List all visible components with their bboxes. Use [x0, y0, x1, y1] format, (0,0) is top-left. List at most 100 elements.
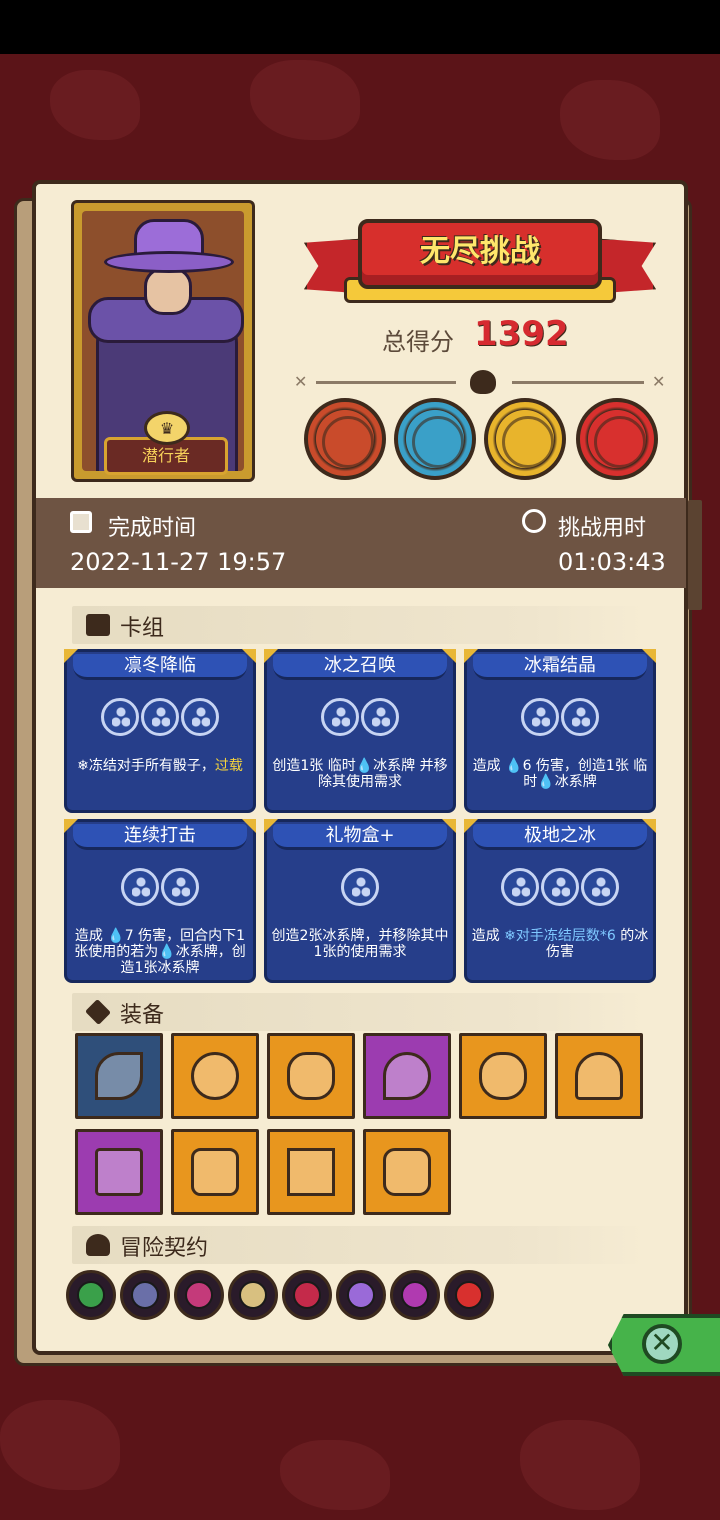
duration-value: 01:03:43 [558, 548, 666, 576]
dice-row [267, 698, 453, 736]
equipment-slot[interactable] [363, 1033, 451, 1119]
completion-time-label: 完成时间 [108, 516, 197, 541]
hat-brim [104, 251, 234, 273]
cyclops-boss-icon[interactable] [304, 398, 386, 480]
contract-slot[interactable] [120, 1270, 170, 1320]
background-shape [520, 1420, 640, 1510]
skull-king-boss-icon[interactable] [394, 398, 476, 480]
contract-slot[interactable] [66, 1270, 116, 1320]
fire-mouth-contract-icon [401, 1281, 429, 1309]
die-icon [341, 868, 379, 906]
red-hat-boss-icon[interactable] [576, 398, 658, 480]
card-name: 连续打击 [73, 824, 247, 850]
scrollbar[interactable] [688, 500, 702, 610]
contract-slot[interactable] [336, 1270, 386, 1320]
divider-line [316, 381, 456, 384]
skull-icon [470, 370, 496, 394]
card-desc-text: ❄冻结对手所有骰子， [77, 758, 215, 774]
die-icon [101, 698, 139, 736]
red-demon-contract-icon [455, 1281, 483, 1309]
dice-row [67, 698, 253, 736]
equipment-slot[interactable] [459, 1033, 547, 1119]
blue-jelly-icon [479, 1052, 527, 1100]
locked-heart-contract-icon [293, 1281, 321, 1309]
equipment-slot[interactable] [75, 1129, 163, 1215]
background-shape [280, 1440, 390, 1510]
card[interactable]: 冰霜结晶 造成 💧6 伤害，创造1张 临时💧冰系牌 [464, 649, 656, 813]
card-description: ❄冻结对手所有骰子，过载 [67, 758, 253, 774]
card-name: 冰霜结晶 [473, 654, 647, 680]
face [144, 267, 192, 315]
scythe-icon [95, 1052, 143, 1100]
equipment-slot[interactable] [171, 1033, 259, 1119]
die-icon [541, 868, 579, 906]
ice-crystal-icon [191, 1148, 239, 1196]
die-icon [561, 698, 599, 736]
star-shield-contract-icon [77, 1281, 105, 1309]
card-description: 造成 💧6 伤害，创造1张 临时💧冰系牌 [472, 758, 648, 790]
calendar-icon [70, 511, 92, 533]
equipment-slot[interactable] [267, 1129, 355, 1215]
card[interactable]: 冰之召唤 创造1张 临时💧冰系牌 并移除其使用需求 [264, 649, 456, 813]
contract-slot[interactable] [444, 1270, 494, 1320]
die-icon [361, 698, 399, 736]
dice-row [267, 868, 453, 906]
stopwatch-icon [522, 509, 546, 533]
pink-demon-contract-icon [185, 1281, 213, 1309]
dice-row [467, 868, 653, 906]
die-icon [121, 868, 159, 906]
equipment-slot[interactable] [267, 1033, 355, 1119]
equipment-slot[interactable] [363, 1129, 451, 1215]
card-name: 极地之冰 [473, 824, 647, 850]
die-icon [321, 698, 359, 736]
sword-shield-contract-icon [131, 1281, 159, 1309]
duration-label: 挑战用时 [558, 516, 647, 541]
equipment-slot[interactable] [171, 1129, 259, 1215]
die-icon [181, 698, 219, 736]
water-drop-icon [383, 1052, 431, 1100]
contract-slot[interactable] [390, 1270, 440, 1320]
equipment-title: 装备 [120, 1003, 165, 1028]
card-desc-text: 造成 [471, 928, 505, 944]
dice-row [67, 868, 253, 906]
card[interactable]: 极地之冰 造成 ❄对手冻结层数*6 的冰伤害 [464, 819, 656, 983]
sword-ornament-icon: ✕ [652, 372, 666, 391]
card-name: 礼物盒+ [273, 824, 447, 850]
contract-slot[interactable] [282, 1270, 332, 1320]
banner-title: 无尽挑战 [420, 234, 540, 269]
masked-boss-icon[interactable] [484, 398, 566, 480]
card-description: 创造1张 临时💧冰系牌 并移除其使用需求 [272, 758, 448, 790]
crown-icon: ♛ [144, 411, 190, 445]
sword-ornament-icon: ✕ [294, 372, 308, 391]
heart-box-icon [383, 1148, 431, 1196]
die-icon [141, 698, 179, 736]
card-description: 创造2张冰系牌，并移除其中1张的使用需求 [271, 928, 449, 960]
contract-slot[interactable] [228, 1270, 278, 1320]
die-icon [501, 868, 539, 906]
card-name: 凛冬降临 [73, 654, 247, 680]
score-value: 1392 [474, 314, 569, 354]
status-bar [0, 0, 720, 54]
card-description: 造成 ❄对手冻结层数*6 的冰伤害 [467, 928, 653, 960]
card[interactable]: 礼物盒+ 创造2张冰系牌，并移除其中1张的使用需求 [264, 819, 456, 983]
card[interactable]: 连续打击 造成 💧7 伤害，回合内下1张使用的若为💧冰系牌，创造1张冰系牌 [64, 819, 256, 983]
background-shape [50, 70, 140, 140]
dice-contract-icon [347, 1281, 375, 1309]
contract-slot[interactable] [174, 1270, 224, 1320]
card-name: 冰之召唤 [273, 654, 447, 680]
banner-plate: 无尽挑战 [358, 219, 602, 289]
contracts-title: 冒险契约 [120, 1236, 209, 1261]
bone-contract-icon [239, 1281, 267, 1309]
card[interactable]: 凛冬降临 ❄冻结对手所有骰子，过载 [64, 649, 256, 813]
background-shape [250, 60, 360, 140]
close-icon[interactable]: ✕ [642, 1324, 682, 1364]
dark-heart-icon [575, 1052, 623, 1100]
equipment-slot[interactable] [75, 1033, 163, 1119]
ghost-slime-icon [287, 1052, 335, 1100]
background-shape [0, 1400, 120, 1490]
equipment-slot[interactable] [555, 1033, 643, 1119]
card-desc-keyword: 过载 [214, 758, 243, 774]
hexagram-badge-icon [287, 1148, 335, 1196]
card-description: 造成 💧7 伤害，回合内下1张使用的若为💧冰系牌，创造1张冰系牌 [74, 928, 246, 976]
card-desc-keyword: ❄对手冻结层数*6 [504, 928, 616, 944]
